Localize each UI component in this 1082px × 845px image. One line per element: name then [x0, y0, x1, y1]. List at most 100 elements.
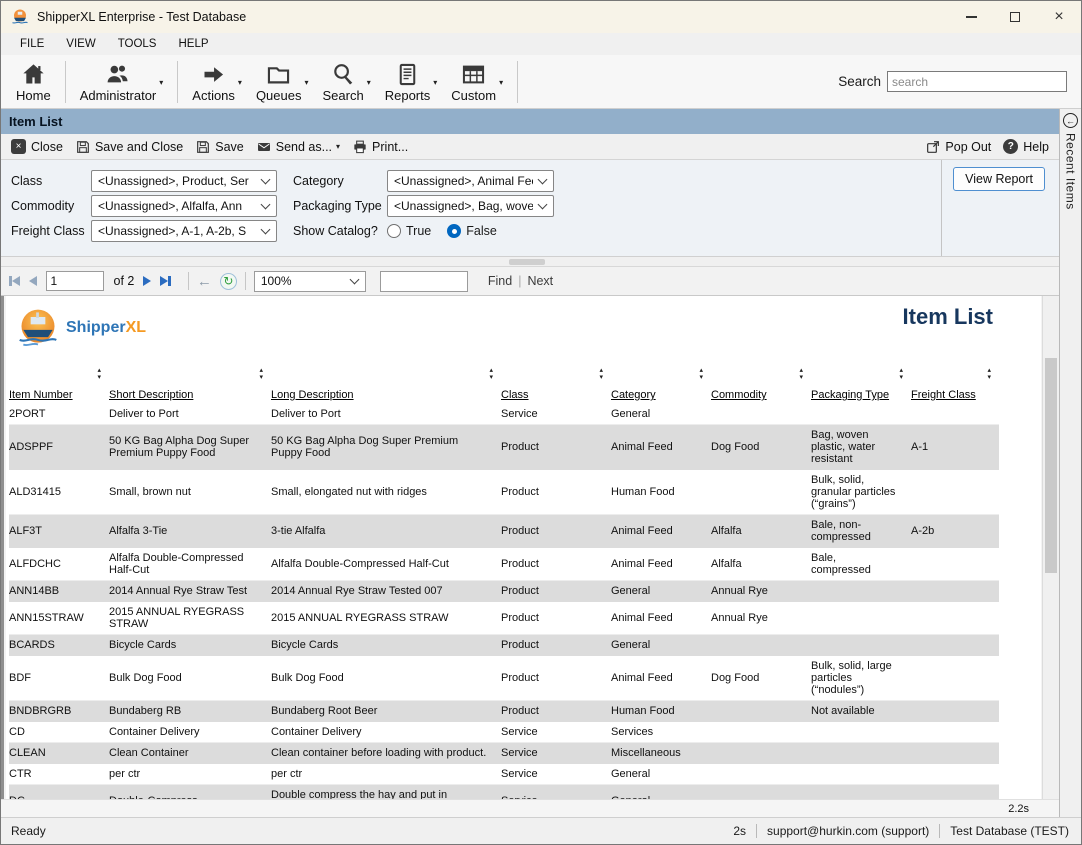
send-as-button[interactable]: Send as... ▾	[250, 137, 346, 157]
administrator-button[interactable]: Administrator ▾	[73, 58, 171, 105]
table-cell	[711, 785, 811, 800]
scrollbar-thumb[interactable]	[1045, 358, 1057, 573]
sort-icon[interactable]: ▴▾	[899, 367, 903, 381]
home-button[interactable]: Home	[9, 58, 58, 105]
sort-icon[interactable]: ▴▾	[599, 367, 603, 381]
column-header-link[interactable]: Freight Class	[911, 389, 976, 401]
custom-button[interactable]: Custom ▾	[444, 58, 510, 105]
table-row: BDFBulk Dog FoodBulk Dog FoodProductAnim…	[9, 656, 999, 701]
table-cell: ADSPPF	[9, 425, 109, 470]
splitter-grip[interactable]	[509, 259, 545, 265]
status-timer: 2s	[733, 824, 746, 838]
reports-button[interactable]: Reports ▾	[378, 58, 445, 105]
table-cell: Container Delivery	[109, 722, 271, 743]
table-cell	[811, 785, 911, 800]
table-cell: Bicycle Cards	[271, 635, 501, 656]
find-input[interactable]	[380, 271, 468, 292]
table-cell	[711, 635, 811, 656]
form-toolbar: × Close Save and Close Save Send as... ▾	[1, 134, 1059, 160]
category-dropdown[interactable]: <Unassigned>, Animal Feed	[387, 170, 554, 192]
table-cell: CLEAN	[9, 743, 109, 764]
status-user: support@hurkin.com (support)	[767, 824, 929, 838]
sort-icon[interactable]: ▴▾	[799, 367, 803, 381]
table-cell: Alfalfa	[711, 548, 811, 581]
column-header-link[interactable]: Short Description	[109, 389, 193, 401]
actions-button[interactable]: Actions ▾	[185, 58, 249, 105]
back-arrow-icon[interactable]: ←	[197, 273, 212, 290]
previous-page-button[interactable]	[29, 276, 37, 286]
class-dropdown[interactable]: <Unassigned>, Product, Ser	[91, 170, 277, 192]
menu-help[interactable]: HELP	[167, 35, 219, 53]
last-page-button[interactable]	[160, 276, 171, 286]
table-cell: Product	[501, 515, 611, 548]
save-and-close-button[interactable]: Save and Close	[69, 137, 189, 157]
next-page-button[interactable]	[143, 276, 151, 286]
report-table: Item Number ▴▾ Short Description ▴▾ Long Des…	[9, 366, 999, 799]
help-button[interactable]: ? Help	[997, 137, 1055, 156]
commodity-dropdown[interactable]: <Unassigned>, Alfalfa, Ann	[91, 195, 277, 217]
menu-file[interactable]: FILE	[9, 35, 55, 53]
radio-false[interactable]	[447, 224, 461, 238]
column-header-link[interactable]: Packaging Type	[811, 389, 889, 401]
pop-out-button[interactable]: Pop Out	[919, 137, 997, 157]
sort-icon[interactable]: ▴▾	[987, 367, 991, 381]
view-report-button[interactable]: View Report	[953, 167, 1045, 191]
toolbar-separator	[245, 272, 246, 290]
menu-tools[interactable]: TOOLS	[107, 35, 168, 53]
menu-view[interactable]: VIEW	[55, 35, 106, 53]
main-toolbar: Home Administrator ▾ Actions ▾ Queues ▾ …	[1, 55, 1081, 109]
table-cell: A-1	[911, 425, 999, 470]
chevron-down-icon	[261, 174, 271, 184]
refresh-button[interactable]: ↻	[220, 273, 237, 290]
queues-folder-icon	[265, 61, 292, 88]
first-page-button[interactable]	[9, 276, 20, 286]
sort-icon[interactable]: ▴▾	[97, 367, 101, 381]
find-button[interactable]: Find	[488, 274, 512, 288]
column-header-link[interactable]: Class	[501, 389, 529, 401]
column-header-link[interactable]: Commodity	[711, 389, 767, 401]
search-button[interactable]: Search ▾	[316, 58, 378, 105]
table-cell: Miscellaneous	[611, 743, 711, 764]
maximize-button[interactable]	[993, 1, 1037, 33]
close-button[interactable]: ×	[1037, 1, 1081, 33]
table-cell	[911, 722, 999, 743]
sort-icon[interactable]: ▴▾	[699, 367, 703, 381]
recent-items-tab[interactable]: ← Recent Items	[1059, 109, 1081, 817]
page-number-input[interactable]	[46, 271, 104, 291]
queues-button[interactable]: Queues ▾	[249, 58, 316, 105]
freight-class-dropdown[interactable]: <Unassigned>, A-1, A-2b, S	[91, 220, 277, 242]
search-icon	[330, 61, 357, 88]
radio-true[interactable]	[387, 224, 401, 238]
vertical-scrollbar[interactable]	[1042, 296, 1059, 799]
table-header-row: Item Number ▴▾ Short Description ▴▾ Long Des…	[9, 366, 999, 404]
table-cell: Bulk Dog Food	[109, 656, 271, 701]
app-window: ShipperXL Enterprise - Test Database × F…	[0, 0, 1082, 845]
close-panel-button[interactable]: × Close	[5, 137, 69, 156]
column-header-link[interactable]: Long Description	[271, 389, 354, 401]
table-cell	[711, 404, 811, 425]
column-header-link[interactable]: Item Number	[9, 389, 73, 401]
minimize-button[interactable]	[949, 1, 993, 33]
table-cell: Small, elongated nut with ridges	[271, 470, 501, 515]
table-cell: Animal Feed	[611, 425, 711, 470]
report-logo: ShipperXL	[6, 304, 1041, 352]
table-cell: BDF	[9, 656, 109, 701]
table-cell: 2014 Annual Rye Straw Test	[109, 581, 271, 602]
chevron-down-icon: ▾	[433, 78, 437, 87]
table-row: ALF3TAlfalfa 3-Tie3-tie AlfalfaProductAn…	[9, 515, 999, 548]
sort-icon[interactable]: ▴▾	[259, 367, 263, 381]
sort-icon[interactable]: ▴▾	[489, 367, 493, 381]
search-input[interactable]	[887, 71, 1067, 92]
table-cell: Service	[501, 722, 611, 743]
column-header-link[interactable]: Category	[611, 389, 656, 401]
expand-left-arrow-icon: ←	[1063, 113, 1078, 128]
print-button[interactable]: Print...	[346, 137, 414, 157]
save-button[interactable]: Save	[189, 137, 250, 157]
chevron-down-icon: ▾	[499, 78, 503, 87]
chevron-down-icon	[538, 174, 548, 184]
packaging-type-dropdown[interactable]: <Unassigned>, Bag, woven	[387, 195, 554, 217]
toolbar-separator	[177, 61, 178, 103]
find-next-button[interactable]: Next	[527, 274, 553, 288]
zoom-dropdown[interactable]: 100%	[254, 271, 366, 292]
table-cell: Product	[501, 425, 611, 470]
